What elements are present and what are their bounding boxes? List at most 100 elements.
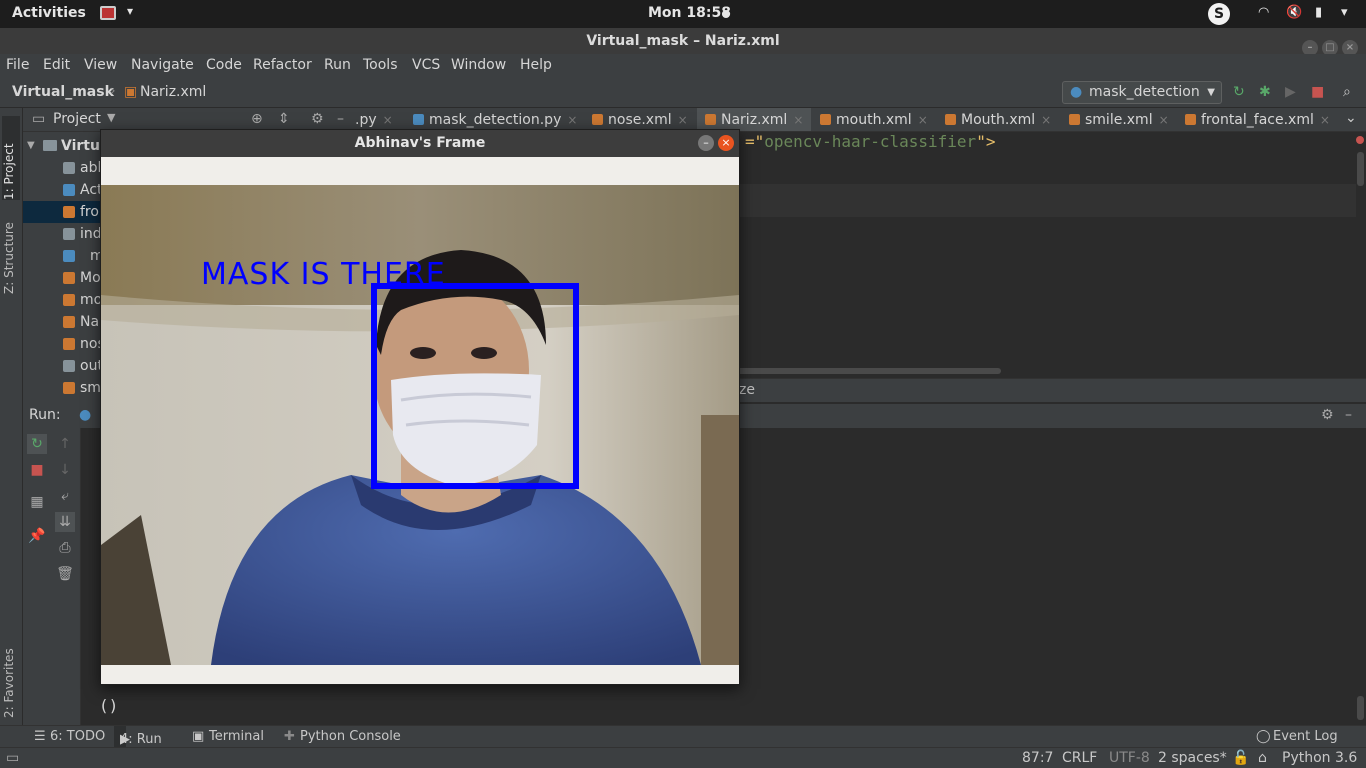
interpreter-icon[interactable]: ⌂ xyxy=(1258,750,1267,766)
favorites-tool-tab[interactable]: 2: Favorites xyxy=(2,626,20,718)
python-run-icon[interactable]: ● xyxy=(79,407,91,423)
trash-icon[interactable]: 🗑 xyxy=(55,564,75,584)
tab-list-chevron-icon[interactable]: ⌄ xyxy=(1345,110,1357,126)
console-scrollbar[interactable] xyxy=(1357,696,1364,720)
status-bar: ▭ 87:7 CRLF UTF-8 2 spaces* 🔓 ⌂ Python 3… xyxy=(0,747,1366,768)
editor-tab[interactable]: smile.xml × xyxy=(1069,108,1169,131)
caret-position[interactable]: 87:7 xyxy=(1022,750,1053,766)
file-encoding[interactable]: UTF-8 xyxy=(1109,750,1150,766)
soft-wrap-icon[interactable]: ⤶ xyxy=(55,486,75,506)
tree-item[interactable]: abl xyxy=(23,157,103,179)
close-tab-icon[interactable]: × xyxy=(1159,113,1169,127)
status-toggle-icon[interactable]: ▭ xyxy=(6,750,19,766)
breadcrumb-project[interactable]: Virtual_mask xyxy=(12,84,114,100)
editor-tab[interactable]: frontal_face.xml × xyxy=(1185,108,1330,131)
tab-terminal[interactable]: Terminal xyxy=(209,729,264,744)
pin-icon[interactable]: 📌 xyxy=(27,526,47,546)
breadcrumb-file[interactable]: Nariz.xml xyxy=(140,84,206,100)
menu-code[interactable]: Code xyxy=(206,57,242,73)
menu-edit[interactable]: Edit xyxy=(43,57,70,73)
chevron-down-icon[interactable]: ▼ xyxy=(107,111,115,124)
structure-tool-tab[interactable]: Z: Structure xyxy=(2,208,20,294)
opencv-frame-window[interactable]: Abhinav's Frame – × MASK IS THERE xyxy=(100,129,740,685)
indent-setting[interactable]: 2 spaces* xyxy=(1158,750,1227,766)
locate-icon[interactable]: ⊕ xyxy=(251,111,263,127)
editor-tab[interactable]: mouth.xml × xyxy=(820,108,928,131)
volume-muted-icon[interactable]: 🔇 xyxy=(1286,5,1302,20)
close-tab-icon[interactable]: × xyxy=(678,113,688,127)
tree-item[interactable]: Na xyxy=(23,311,103,333)
menu-file[interactable]: File xyxy=(6,57,29,73)
hide-icon[interactable]: – xyxy=(1345,407,1352,423)
app-menu-caret-icon[interactable]: ▾ xyxy=(127,4,133,18)
tree-item[interactable]: Mo xyxy=(23,267,103,289)
menu-window[interactable]: Window xyxy=(451,57,506,73)
coverage-icon[interactable]: ▶ xyxy=(1285,84,1296,100)
tree-item[interactable]: sm xyxy=(23,377,103,399)
python-interpreter[interactable]: Python 3.6 xyxy=(1282,750,1357,766)
run-configuration-select[interactable]: ● mask_detection ▼ xyxy=(1062,81,1222,104)
tree-item[interactable]: out xyxy=(23,355,103,377)
rerun-icon[interactable]: ↻ xyxy=(1233,84,1245,100)
tab-python-console[interactable]: Python Console xyxy=(300,729,401,744)
gear-icon[interactable]: ⚙ xyxy=(1321,407,1334,423)
tree-item[interactable]: nos xyxy=(23,333,105,355)
error-marker-icon[interactable] xyxy=(1356,136,1364,144)
tree-item[interactable]: ind xyxy=(23,223,103,245)
frame-title-bar[interactable]: Abhinav's Frame xyxy=(101,130,739,157)
battery-icon[interactable]: ▮ xyxy=(1315,5,1322,20)
down-arrow-icon[interactable]: ↓ xyxy=(55,460,75,480)
menu-run[interactable]: Run xyxy=(324,57,351,73)
tree-item[interactable]: mo xyxy=(23,289,103,311)
search-icon[interactable]: ⌕ xyxy=(1343,84,1351,100)
hide-icon[interactable]: – xyxy=(337,111,344,127)
editor-horizontal-scrollbar[interactable] xyxy=(735,368,1001,374)
close-tab-icon[interactable]: × xyxy=(1041,113,1051,127)
tab-run[interactable]: ▶ 4: Run xyxy=(114,726,162,748)
menu-navigate[interactable]: Navigate xyxy=(131,57,194,73)
menu-vcs[interactable]: VCS xyxy=(412,57,440,73)
gear-icon[interactable]: ⚙ xyxy=(311,111,324,127)
app-menu-icon[interactable] xyxy=(100,6,116,20)
project-panel-title[interactable]: Project xyxy=(53,111,101,127)
close-tab-icon[interactable]: × xyxy=(918,113,928,127)
menu-tools[interactable]: Tools xyxy=(363,57,398,73)
editor-vertical-scrollbar[interactable] xyxy=(1357,152,1364,186)
tab-todo[interactable]: 6: TODO xyxy=(50,729,105,744)
stop-icon[interactable]: ■ xyxy=(1311,84,1324,100)
rerun-icon[interactable]: ↻ xyxy=(27,434,47,454)
tree-item[interactable]: Act xyxy=(23,179,103,201)
tab-label: frontal_face.xml xyxy=(1201,112,1314,128)
minimize-icon[interactable]: – xyxy=(698,135,714,151)
system-menu-caret-icon[interactable]: ▾ xyxy=(1341,5,1348,20)
editor-tab[interactable]: Mouth.xml × xyxy=(945,108,1051,131)
print-icon[interactable]: ⎙ xyxy=(55,538,75,558)
project-tool-tab[interactable]: 1: Project xyxy=(2,116,20,200)
menu-refactor[interactable]: Refactor xyxy=(253,57,312,73)
up-arrow-icon[interactable]: ↑ xyxy=(55,434,75,454)
close-icon[interactable]: × xyxy=(718,135,734,151)
close-tab-icon[interactable]: × xyxy=(567,113,577,127)
activities-button[interactable]: Activities xyxy=(12,5,86,21)
scroll-to-end-icon[interactable]: ⇊ xyxy=(55,512,75,532)
wifi-icon[interactable]: ◠ xyxy=(1258,5,1269,20)
menu-view[interactable]: View xyxy=(84,57,117,73)
tab-event-log[interactable]: Event Log xyxy=(1273,729,1338,744)
tree-item[interactable]: m xyxy=(23,245,104,267)
debug-icon[interactable]: ✱ xyxy=(1259,84,1271,100)
tree-root[interactable]: ▼ Virtu xyxy=(23,135,103,157)
tree-item-selected[interactable]: fro xyxy=(23,201,103,223)
clock[interactable]: Mon 18:58 xyxy=(648,5,731,21)
lock-icon[interactable]: 🔓 xyxy=(1232,750,1249,766)
layout-icon[interactable]: ▦ xyxy=(27,492,47,512)
close-tab-icon[interactable]: × xyxy=(383,113,393,127)
collapse-icon[interactable]: ⇕ xyxy=(278,111,290,127)
expand-icon[interactable]: ▼ xyxy=(27,135,35,157)
chevron-down-icon: ▼ xyxy=(1207,87,1215,98)
skype-icon[interactable]: S xyxy=(1208,3,1230,25)
line-separator[interactable]: CRLF xyxy=(1062,750,1097,766)
close-tab-icon[interactable]: × xyxy=(793,113,803,127)
close-tab-icon[interactable]: × xyxy=(1320,113,1330,127)
menu-help[interactable]: Help xyxy=(520,57,552,73)
stop-icon[interactable]: ■ xyxy=(27,460,47,480)
